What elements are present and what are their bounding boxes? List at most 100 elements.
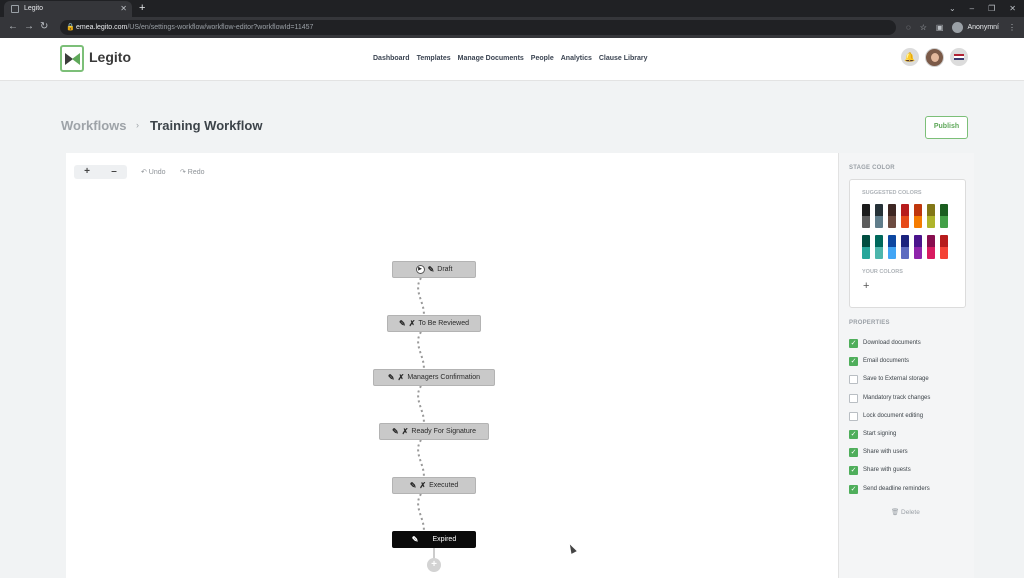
property-share-with-users[interactable]: ✓ Share with users	[849, 447, 908, 457]
color-swatch[interactable]	[901, 235, 909, 259]
property-label: Send deadline reminders	[863, 486, 930, 492]
add-stage-button[interactable]: +	[427, 558, 441, 572]
forward-icon[interactable]: →	[24, 20, 34, 34]
checkbox[interactable]	[849, 374, 858, 384]
main-nav: Dashboard Templates Manage Documents Peo…	[373, 55, 648, 62]
stage-ready-for-signature[interactable]: ✎ ✗ Ready For Signature	[379, 423, 489, 440]
checkbox[interactable]: ✓	[849, 447, 858, 457]
new-tab-button[interactable]: +	[139, 0, 145, 17]
publish-button[interactable]: Publish	[925, 116, 968, 139]
legito-logo-icon[interactable]	[60, 45, 84, 72]
toolbar-right: ◌ ☆ ▣ Anonymní ⋮	[906, 20, 1016, 35]
color-swatch[interactable]	[875, 235, 883, 259]
stage-label: Managers Confirmation	[407, 374, 481, 381]
edit-stage-icon[interactable]: ✎	[410, 481, 417, 490]
address-bar-row: ← → ↻ 🔒 emea.legito.com/US/en/settings-w…	[0, 17, 1024, 38]
property-share-with-guests[interactable]: ✓ Share with guests	[849, 465, 911, 475]
property-label: Save to External storage	[863, 376, 929, 382]
delete-stage-button[interactable]: 🗑 Delete	[891, 508, 920, 516]
tab-search-icon[interactable]: ⌄	[949, 0, 956, 17]
checkbox[interactable]	[849, 411, 858, 421]
edit-stage-icon[interactable]: ✎	[399, 319, 406, 328]
favicon-icon	[11, 5, 19, 13]
edit-stage-icon[interactable]: ✎	[412, 535, 419, 544]
breadcrumb-workflows[interactable]: Workflows	[61, 118, 127, 133]
nav-people[interactable]: People	[531, 55, 554, 62]
checkbox[interactable]: ✓	[849, 338, 858, 348]
color-swatch[interactable]	[927, 235, 935, 259]
stage-to-be-reviewed[interactable]: ✎ ✗ To Be Reviewed	[387, 315, 481, 332]
tab-close-icon[interactable]: ✕	[120, 1, 127, 17]
workflow-canvas[interactable]: + – ↶ Undo ↷ Redo ▶ ✎ Draft ✎ ✗ To Be Re…	[66, 153, 838, 578]
property-mandatory-track-changes[interactable]: Mandatory track changes	[849, 393, 930, 403]
nav-manage-documents[interactable]: Manage Documents	[458, 55, 524, 62]
stage-properties-sidebar: STAGE COLOR SUGGESTED COLORS YOUR COLORS…	[838, 153, 974, 578]
notifications-bell-icon[interactable]: 🔔	[901, 48, 919, 66]
color-swatch[interactable]	[940, 204, 948, 228]
color-swatch[interactable]	[940, 235, 948, 259]
suggested-colors-heading: SUGGESTED COLORS	[862, 190, 922, 196]
color-swatch[interactable]	[888, 204, 896, 228]
browser-tab[interactable]: Legito ✕	[4, 1, 132, 17]
checkbox[interactable]: ✓	[849, 465, 858, 475]
minimize-icon[interactable]: –	[970, 0, 974, 17]
property-save-to-external-storage[interactable]: Save to External storage	[849, 374, 929, 384]
color-swatch[interactable]	[875, 204, 883, 228]
nav-analytics[interactable]: Analytics	[561, 55, 592, 62]
color-swatch[interactable]	[862, 204, 870, 228]
property-label: Start signing	[863, 431, 897, 437]
add-color-button[interactable]: +	[863, 280, 869, 292]
stage-label: To Be Reviewed	[418, 320, 469, 327]
property-start-signing[interactable]: ✓ Start signing	[849, 429, 896, 439]
app-header: Legito Dashboard Templates Manage Docume…	[0, 38, 1024, 81]
property-email-documents[interactable]: ✓ Email documents	[849, 356, 909, 366]
logo-text[interactable]: Legito	[89, 49, 131, 65]
close-window-icon[interactable]: ✕	[1009, 0, 1016, 17]
stage-label: Draft	[437, 266, 453, 273]
color-swatch[interactable]	[901, 204, 909, 228]
stage-managers-confirmation[interactable]: ✎ ✗ Managers Confirmation	[373, 369, 495, 386]
color-swatch[interactable]	[888, 235, 896, 259]
checkbox[interactable]: ✓	[849, 356, 858, 366]
property-label: Share with users	[863, 449, 908, 455]
header-actions: 🔔	[901, 48, 968, 67]
checkbox[interactable]: ✓	[849, 484, 858, 494]
property-label: Email documents	[863, 358, 910, 364]
edit-stage-icon[interactable]: ✎	[392, 427, 399, 436]
property-lock-document-editing[interactable]: Lock document editing	[849, 411, 923, 421]
user-avatar[interactable]	[925, 48, 944, 67]
language-flag-icon[interactable]	[950, 48, 968, 66]
checkbox[interactable]: ✓	[849, 429, 858, 439]
profile-avatar-icon	[952, 22, 964, 33]
window-controls: ⌄ – ❐ ✕	[949, 0, 1016, 17]
color-swatch[interactable]	[862, 235, 870, 259]
edit-stage-icon[interactable]: ✎	[388, 373, 395, 382]
no-edit-icon: ✗	[419, 481, 427, 490]
restore-icon[interactable]: ❐	[988, 0, 995, 17]
bookmark-star-icon[interactable]: ☆	[920, 23, 927, 32]
color-swatch[interactable]	[914, 204, 922, 228]
lock-icon: 🔒	[66, 24, 75, 31]
nav-dashboard[interactable]: Dashboard	[373, 55, 410, 62]
back-icon[interactable]: ←	[8, 20, 18, 34]
your-colors-heading: YOUR COLORS	[862, 269, 903, 275]
edit-stage-icon[interactable]: ✎	[428, 265, 435, 274]
url-path: /US/en/settings-workflow/workflow-editor…	[127, 24, 314, 31]
color-swatch[interactable]	[927, 204, 935, 228]
menu-kebab-icon[interactable]: ⋮	[1008, 23, 1016, 32]
property-send-deadline-reminders[interactable]: ✓ Send deadline reminders	[849, 484, 930, 494]
reload-icon[interactable]: ↻	[40, 20, 48, 34]
checkbox[interactable]	[849, 393, 858, 403]
color-swatch[interactable]	[914, 235, 922, 259]
nav-templates[interactable]: Templates	[417, 55, 451, 62]
url-input[interactable]: 🔒 emea.legito.com/US/en/settings-workflo…	[60, 20, 896, 35]
stage-expired[interactable]: ✎ Expired	[392, 531, 476, 548]
breadcrumb-chevron-icon: ›	[136, 120, 139, 130]
incognito-eye-icon[interactable]: ◌	[906, 23, 911, 32]
stage-executed[interactable]: ✎ ✗ Executed	[392, 477, 476, 494]
profile-chip[interactable]: Anonymní	[952, 22, 999, 33]
property-download-documents[interactable]: ✓ Download documents	[849, 338, 921, 348]
stage-draft[interactable]: ▶ ✎ Draft	[392, 261, 476, 278]
side-panel-icon[interactable]: ▣	[936, 23, 944, 32]
nav-clause-library[interactable]: Clause Library	[599, 55, 648, 62]
